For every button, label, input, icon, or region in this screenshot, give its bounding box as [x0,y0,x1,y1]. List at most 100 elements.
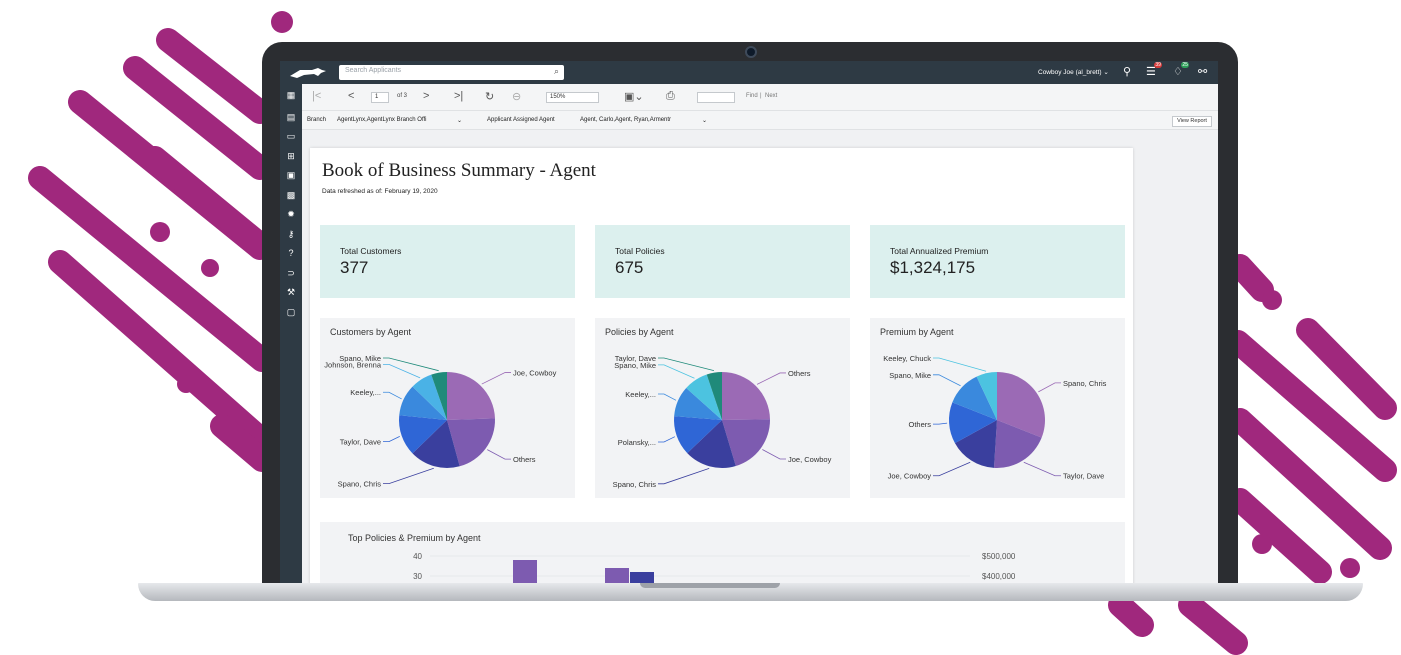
dashboard-icon[interactable]: ▦ [285,89,297,101]
pie-leader-line [481,372,511,385]
back-icon[interactable]: ⊖ [512,90,521,103]
pie-label: Keeley, Chuck [883,354,931,363]
settings-icon[interactable]: ✹ [285,208,297,220]
pie-leader-line [933,422,948,425]
branch-select[interactable]: AgentLynx,AgentLynx Branch Offi [337,117,427,123]
pie-label: Others [908,420,931,429]
pie-label: Keeley,... [350,388,381,397]
pie-leader-line [933,374,961,387]
pie-label: Joe, Cowboy [513,369,557,378]
pie-svg: Joe, Cowboy Others Spano, Chris Taylor, Dav… [324,354,557,489]
pie-label: Others [513,455,536,464]
pie-label: Spano, Chris [1063,379,1107,388]
laptop-notch [640,583,780,588]
agencies-icon[interactable]: ⊞ [285,150,297,162]
app-header: Search Applicants ⌕ Cowboy Joe (al_brett… [280,61,1218,84]
folder-icon[interactable]: ▭ [285,130,297,142]
last-page-icon[interactable]: >| [454,90,463,102]
pie-label: Spano, Chris [613,480,657,489]
bar-chart-top-agents: Top Policies & Premium by Agent 40 $500,0… [320,522,1125,586]
pie-leader-line [762,449,786,460]
org-chart-icon[interactable]: ⚯ [1198,65,1207,78]
branch-label: Branch [307,117,327,123]
kpi-card-customers: Total Customers 377 [320,225,575,298]
pie-leader-line [933,461,971,477]
axis-tick-label: 30 [413,572,422,581]
pie-leader-line [658,357,715,372]
reports-icon[interactable]: ▩ [285,189,297,201]
pie-leader-line [383,436,400,443]
pie-leader-line [658,364,695,379]
page-count: of 3 [397,93,408,99]
pie-leader-line [933,357,987,372]
id-card-icon[interactable]: ▣ [285,169,297,181]
logout-icon[interactable]: ⊃ [285,267,297,279]
pie-slice[interactable] [722,372,770,420]
page-number-input[interactable]: 1 [371,92,389,103]
find-separator: | [760,93,762,99]
bar-svg: 40 $500,000 30 $400,000 [413,552,1016,586]
magic-wand-icon[interactable]: ⚲ [1123,65,1131,78]
help-icon[interactable]: ? [285,247,297,259]
kpi-label: Total Customers [340,246,402,256]
pie-chart-customers: Customers by Agent Joe, Cowboy Others Span… [320,318,575,498]
side-nav: ▦ ▤ ▭ ⊞ ▣ ▩ ✹ ⚷ ? ⊃ ⚒ ▢ [280,84,302,586]
tasks-badge: 39 [1154,62,1162,68]
find-input[interactable] [697,92,735,103]
pie-label: Spano, Chris [338,480,382,489]
inbox-icon[interactable]: ▢ [285,306,297,318]
agent-label: Applicant Assigned Agent [487,117,555,123]
pie-label: Keeley,... [625,390,656,399]
pie-label: Joe, Cowboy [788,455,832,464]
pie-label: Taylor, Dave [615,354,656,363]
pie-leader-line [658,467,710,485]
axis-tick-label: $400,000 [982,572,1016,581]
key-icon[interactable]: ⚷ [285,228,297,240]
pie-leader-line [1038,382,1061,393]
axis-tick-label: 40 [413,552,422,561]
toolbox-icon[interactable]: ⚒ [285,286,297,298]
agent-select[interactable]: Agent, Carlo,Agent, Ryan,Armentr [580,117,671,123]
search-input[interactable]: Search Applicants ⌕ [339,65,564,80]
view-report-button[interactable]: View Report [1172,116,1212,127]
save-icon[interactable]: ▣⌄ [624,90,644,103]
kpi-card-policies: Total Policies 675 [595,225,850,298]
kpi-label: Total Policies [615,246,665,256]
find-button[interactable]: Find [746,93,758,99]
refresh-icon[interactable]: ↻ [485,90,494,103]
pie-label: Taylor, Dave [340,438,381,447]
pie-svg: Spano, Chris Taylor, Dave Joe, Cowboy Other… [883,354,1107,481]
applicants-icon[interactable]: ▤ [285,111,297,123]
next-page-icon[interactable]: > [423,90,429,102]
pie-leader-line [383,363,421,379]
kpi-value: 377 [340,258,369,277]
pie-slice[interactable] [447,372,495,420]
refresh-date: Data refreshed as of: February 19, 2020 [322,188,438,195]
zoom-select[interactable]: 150% [546,92,599,103]
pie-label: Others [788,369,811,378]
report-title: Book of Business Summary - Agent [322,160,596,181]
next-button[interactable]: Next [765,93,777,99]
tasks-icon[interactable]: ☰ 39 [1146,62,1162,78]
pie-svg: Others Joe, Cowboy Spano, Chris Polansky,..… [613,354,832,489]
notifications-icon[interactable]: ♢ 25 [1173,62,1189,78]
search-placeholder: Search Applicants [345,67,402,74]
first-page-icon[interactable]: |< [312,90,321,102]
pie-chart-premium: Premium by Agent Spano, Chris Taylor, Dav… [870,318,1125,498]
pie-label: Spano, Mike [339,354,381,363]
previous-page-icon[interactable]: < [348,90,354,102]
pie-chart-policies: Policies by Agent Others Joe, Cowboy Spano… [595,318,850,498]
chevron-down-icon[interactable]: ⌄ [457,117,462,124]
lynx-logo [290,68,326,78]
chevron-down-icon[interactable]: ⌄ [702,117,707,124]
kpi-value: $1,324,175 [890,258,976,277]
report-parameters: Branch AgentLynx,AgentLynx Branch Offi ⌄… [302,111,1218,130]
print-icon[interactable]: ⎙ [666,90,675,103]
user-menu[interactable]: Cowboy Joe (al_brett) ⌄ [1038,68,1109,76]
kpi-label: Total Annualized Premium [890,246,989,256]
pie-label: Polansky,... [618,438,656,447]
pie-label: Taylor, Dave [1063,472,1104,481]
pie-label: Joe, Cowboy [888,472,932,481]
app-screen: Search Applicants ⌕ Cowboy Joe (al_brett… [280,61,1218,586]
search-icon[interactable]: ⌕ [554,66,559,77]
